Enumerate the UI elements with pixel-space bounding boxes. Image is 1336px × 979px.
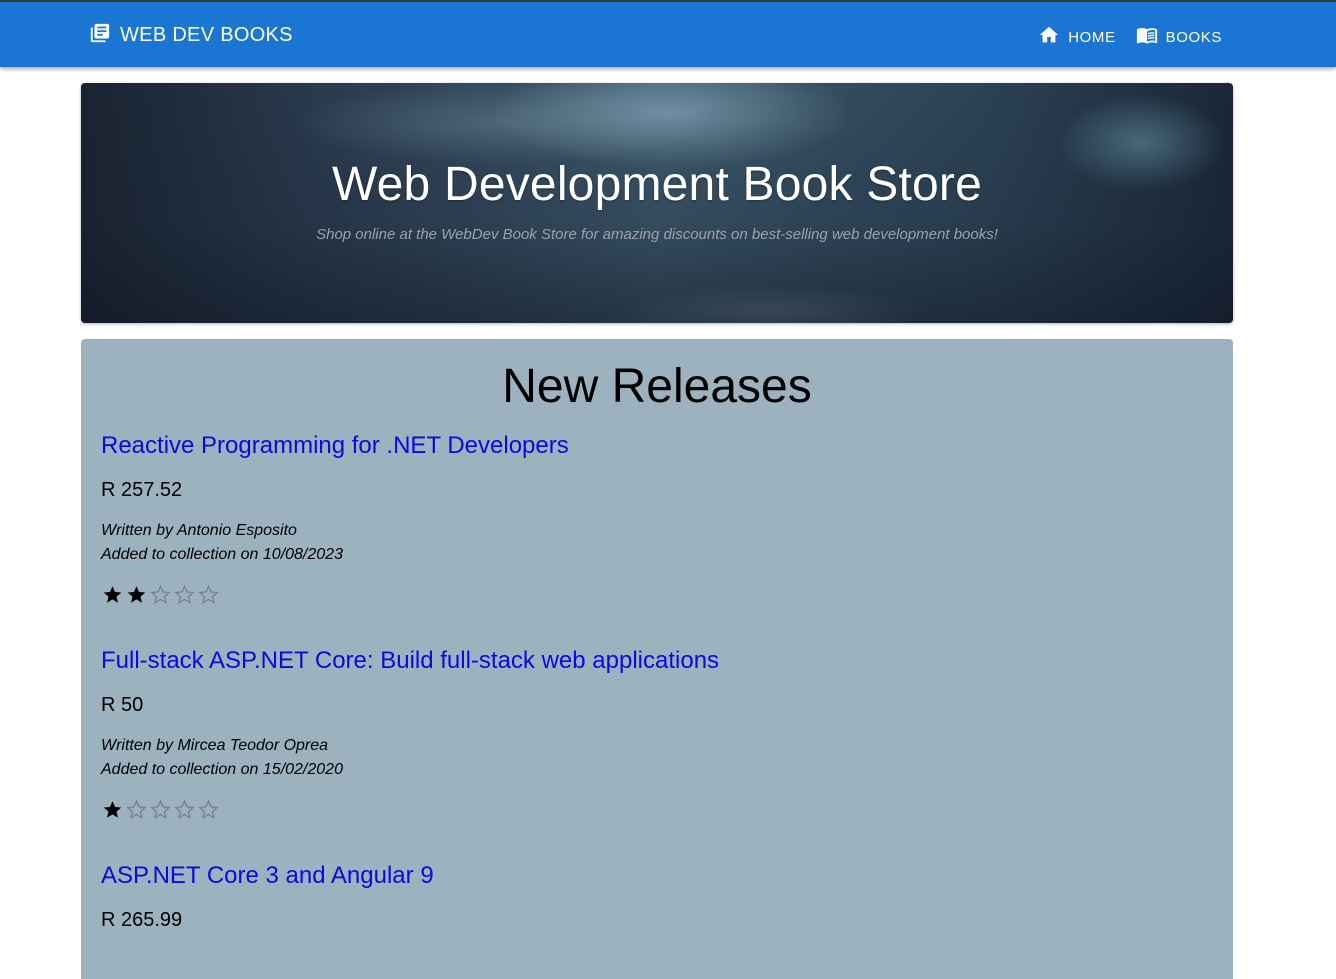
book-author: Written by Antonio Esposito xyxy=(101,522,297,539)
star-empty-icon xyxy=(126,799,147,819)
brand-link[interactable]: WEB DEV BOOKS xyxy=(89,23,293,47)
star-empty-icon xyxy=(150,584,171,604)
star-rating xyxy=(102,584,219,605)
menu-book-icon xyxy=(1136,24,1158,50)
star-filled-icon xyxy=(103,801,122,818)
star-filled-icon xyxy=(127,586,146,603)
book-added-date: Added to collection on 10/08/2023 xyxy=(101,546,343,563)
hero-title: Web Development Book Store xyxy=(332,158,982,211)
hero-banner: Web Development Book Store Shop online a… xyxy=(81,83,1233,323)
book-title-link[interactable]: Reactive Programming for .NET Developers xyxy=(101,432,569,460)
book-title-link[interactable]: ASP.NET Core 3 and Angular 9 xyxy=(101,862,434,890)
nav-home-label: HOME xyxy=(1068,28,1116,46)
library-books-icon xyxy=(89,22,111,49)
book-price: R 257.52 xyxy=(101,479,183,501)
star-empty-icon xyxy=(174,584,195,604)
book-author: Written by Mircea Teodor Oprea xyxy=(101,737,329,754)
new-releases-title: New Releases xyxy=(502,360,812,413)
book-title-link[interactable]: Full-stack ASP.NET Core: Build full-stac… xyxy=(101,647,719,675)
hero-subtitle: Shop online at the WebDev Book Store for… xyxy=(316,226,998,243)
star-empty-icon xyxy=(198,584,219,604)
brand-title: WEB DEV BOOKS xyxy=(120,23,293,46)
nav-links: HOME BOOKS xyxy=(1038,24,1222,50)
nav-home-link[interactable]: HOME xyxy=(1038,24,1115,50)
star-empty-icon xyxy=(198,799,219,819)
home-icon xyxy=(1038,24,1060,50)
book-added-date: Added to collection on 15/02/2020 xyxy=(101,761,343,778)
new-releases-section: New Releases Reactive Programming for .N… xyxy=(81,339,1233,979)
book-price: R 50 xyxy=(101,694,144,716)
navbar: WEB DEV BOOKS HOME BOOKS xyxy=(0,2,1336,67)
nav-books-link[interactable]: BOOKS xyxy=(1136,24,1222,50)
star-rating xyxy=(102,799,219,820)
star-empty-icon xyxy=(174,799,195,819)
star-filled-icon xyxy=(103,586,122,603)
nav-books-label: BOOKS xyxy=(1165,28,1222,46)
book-price: R 265.99 xyxy=(101,909,183,931)
star-empty-icon xyxy=(150,799,171,819)
